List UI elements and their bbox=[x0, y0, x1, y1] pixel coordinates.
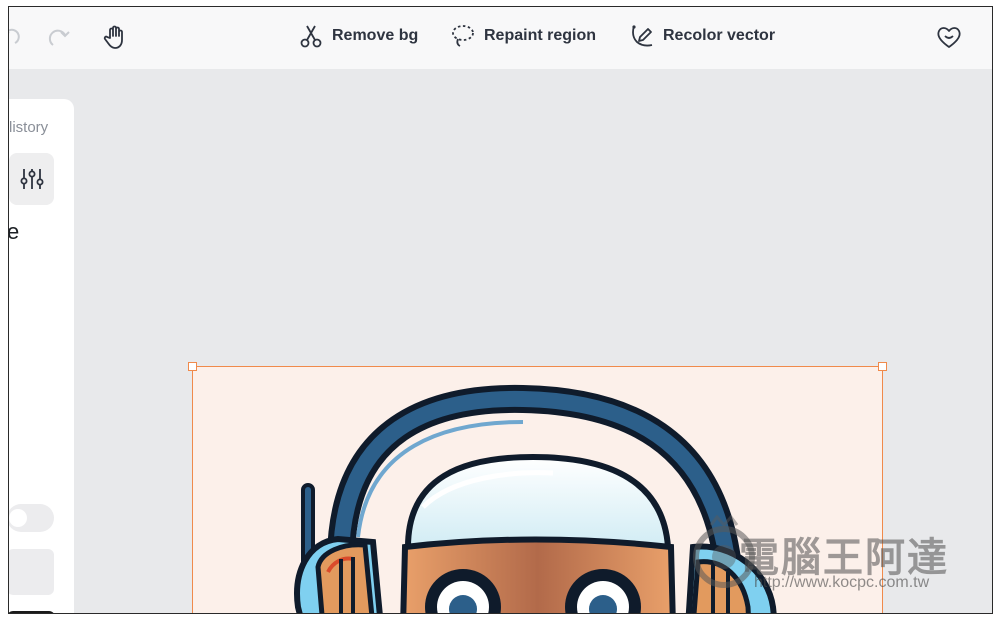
lasso-icon bbox=[452, 25, 474, 47]
recolor-vector-label: Recolor vector bbox=[663, 27, 776, 44]
recolor-vector-button[interactable]: Recolor vector bbox=[629, 23, 775, 49]
repaint-region-button[interactable]: Repaint region bbox=[450, 23, 596, 49]
undo-icon[interactable] bbox=[9, 23, 23, 51]
top-toolbar: Remove bg Repaint region Recolor vector bbox=[9, 7, 992, 69]
toggle-switch[interactable] bbox=[9, 504, 54, 532]
repaint-region-label: Repaint region bbox=[484, 27, 597, 44]
dark-button[interactable] bbox=[9, 611, 55, 613]
resize-handle-top-left[interactable] bbox=[188, 362, 197, 371]
toggle-knob bbox=[9, 509, 27, 527]
hand-pan-icon[interactable] bbox=[102, 23, 130, 51]
watermark-url: http://www.kocpc.com.tw bbox=[754, 574, 930, 591]
panel-heading: e bbox=[8, 219, 20, 244]
heart-smile-icon[interactable] bbox=[935, 23, 963, 51]
sliders-icon bbox=[20, 169, 43, 189]
left-panel: listory e bbox=[8, 99, 74, 613]
remove-bg-label: Remove bg bbox=[332, 27, 419, 44]
redo-icon[interactable] bbox=[45, 23, 73, 51]
option-field[interactable] bbox=[9, 549, 54, 595]
remove-bg-button[interactable]: Remove bg bbox=[298, 23, 418, 49]
resize-handle-top-right[interactable] bbox=[878, 362, 887, 371]
recolor-pen-icon bbox=[632, 25, 653, 47]
app-window: Remove bg Repaint region Recolor vector … bbox=[8, 6, 993, 614]
scissors-icon bbox=[300, 25, 322, 48]
filters-button[interactable] bbox=[9, 153, 54, 205]
history-tab[interactable]: listory bbox=[9, 119, 48, 136]
